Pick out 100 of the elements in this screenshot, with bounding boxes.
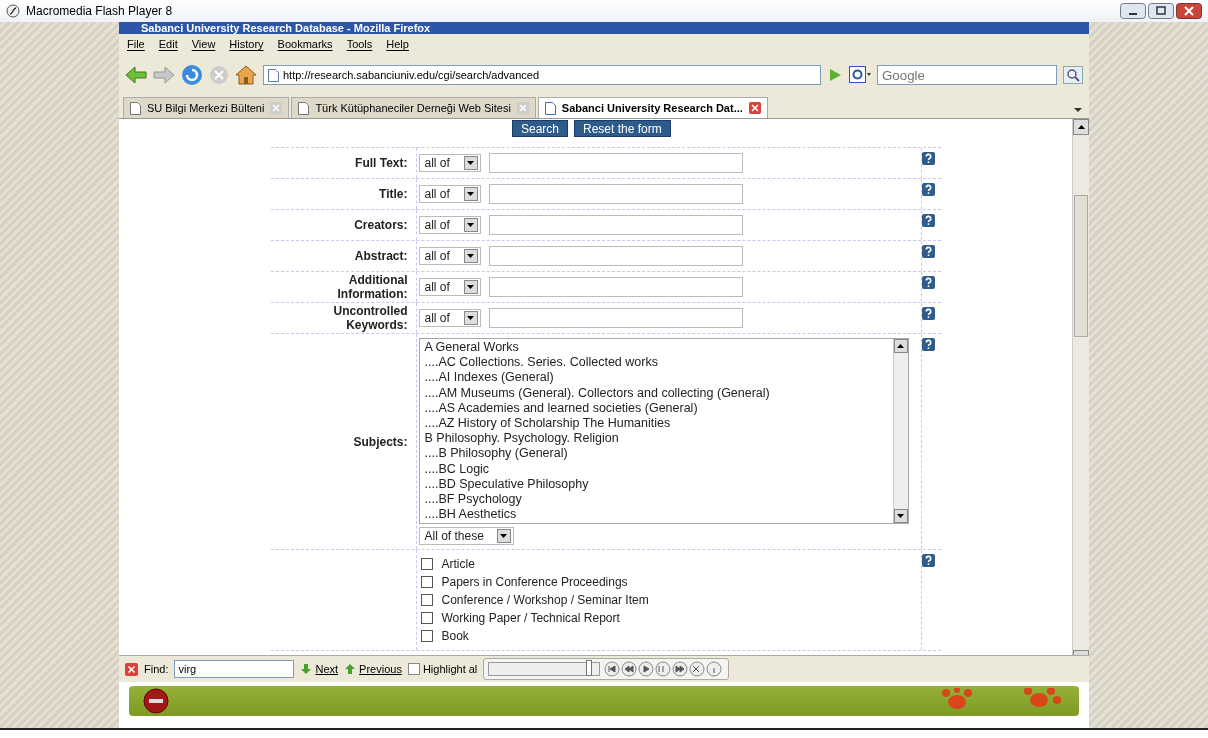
- list-option[interactable]: ....AC Collections. Series. Collected works: [424, 355, 888, 371]
- list-option[interactable]: ....BD Speculative Philosophy: [424, 476, 888, 492]
- checkbox[interactable]: [420, 558, 433, 570]
- checkbox[interactable]: [420, 612, 433, 624]
- list-option[interactable]: ....BC Logic: [424, 461, 888, 477]
- search-engine-icon[interactable]: [849, 66, 871, 84]
- match-dropdown[interactable]: all of: [418, 247, 481, 265]
- next-link[interactable]: Next: [300, 663, 339, 675]
- minimize-icon[interactable]: [1120, 3, 1146, 19]
- checkbox[interactable]: [420, 576, 433, 588]
- page-icon: [544, 101, 556, 115]
- menu-item[interactable]: Bookmarks: [277, 38, 333, 52]
- match-dropdown[interactable]: all of: [418, 154, 481, 172]
- menu-item[interactable]: Tools: [346, 38, 373, 52]
- caret-icon[interactable]: [496, 529, 511, 543]
- caret-icon[interactable]: [463, 156, 478, 170]
- checkbox[interactable]: [420, 594, 433, 606]
- up-arrow-icon: [344, 663, 357, 675]
- list-option[interactable]: ....AM Museums (General). Collectors and collecting (General): [424, 385, 888, 401]
- list-option[interactable]: A General Works: [424, 340, 888, 356]
- previous-link[interactable]: Previous: [344, 663, 402, 675]
- menu-item[interactable]: History: [229, 38, 264, 52]
- list-option[interactable]: ....B Philosophy (General): [424, 446, 888, 462]
- browser-tab[interactable]: Türk Kütüphaneciler Derneği Web Sitesi: [291, 97, 536, 118]
- text-input[interactable]: [488, 308, 743, 328]
- scroll-thumb[interactable]: [1074, 195, 1088, 337]
- help-icon[interactable]: [921, 554, 935, 567]
- text-input[interactable]: [488, 246, 743, 266]
- match-dropdown[interactable]: all of: [418, 185, 481, 203]
- close-tab-icon[interactable]: [748, 102, 761, 114]
- scroll-up-icon[interactable]: [1073, 119, 1089, 135]
- subjects-list[interactable]: [418, 338, 909, 524]
- field-label: Abstract:: [354, 249, 408, 263]
- list-option[interactable]: ....BF Psychology: [424, 491, 888, 508]
- find-field[interactable]: virg: [174, 660, 295, 678]
- list-option[interactable]: ....AI Indexes (General): [424, 370, 888, 386]
- checkbox[interactable]: [420, 630, 433, 642]
- page-icon: [130, 101, 141, 115]
- window-title: Macromedia Flash Player 8: [26, 4, 174, 18]
- field-label: Additional Information:: [336, 273, 408, 301]
- list-option[interactable]: B Philosophy. Psychology. Religion: [424, 431, 888, 447]
- help-icon[interactable]: [921, 276, 935, 289]
- caret-icon[interactable]: [463, 249, 478, 263]
- match-dropdown[interactable]: All of these: [418, 527, 514, 545]
- flash-player-icon: [6, 4, 20, 18]
- form-button[interactable]: Search: [512, 120, 569, 137]
- match-dropdown[interactable]: all of: [418, 216, 481, 234]
- back-arrow-icon[interactable]: [125, 66, 147, 84]
- seek-slider[interactable]: [488, 662, 601, 676]
- close-find-icon[interactable]: [125, 662, 138, 676]
- help-icon[interactable]: [921, 245, 935, 258]
- help-icon[interactable]: [921, 183, 935, 196]
- text-input[interactable]: [488, 215, 743, 235]
- menu-item[interactable]: File: [127, 38, 145, 52]
- find-label: Find:: [144, 663, 169, 675]
- playback-buttons-drawing[interactable]: [604, 661, 725, 677]
- field-label: Title:: [379, 187, 408, 201]
- checkbox-label: Papers in Conference Proceedings: [441, 575, 628, 589]
- help-icon[interactable]: [921, 214, 935, 227]
- caret-icon[interactable]: [463, 187, 478, 201]
- close-icon[interactable]: [1176, 3, 1202, 19]
- search-icon[interactable]: [1063, 66, 1083, 84]
- scroll-up-icon[interactable]: [893, 339, 908, 353]
- menu-item[interactable]: Edit: [158, 38, 178, 52]
- checkbox-label: Conference / Workshop / Seminar Item: [441, 593, 649, 607]
- page-icon: [298, 101, 310, 115]
- checkbox-label: Book: [441, 629, 469, 643]
- no-entry-icon[interactable]: [143, 688, 169, 714]
- caret-icon[interactable]: [463, 280, 478, 294]
- list-option[interactable]: ....AZ History of Scholarship The Humanities: [424, 415, 888, 432]
- field-label: Creators:: [354, 218, 408, 232]
- checkbox-label: Working Paper / Technical Report: [441, 611, 620, 625]
- menu-item[interactable]: Help: [386, 38, 409, 52]
- browser-tab[interactable]: SU Bilgi Merkezi Bülteni: [123, 97, 290, 118]
- help-icon[interactable]: [921, 338, 935, 351]
- text-input[interactable]: [488, 153, 743, 173]
- form-button[interactable]: Reset the form: [574, 120, 671, 137]
- search-field[interactable]: Google: [877, 65, 1057, 85]
- text-input[interactable]: [488, 184, 743, 204]
- caret-icon[interactable]: [463, 311, 478, 325]
- maximize-icon[interactable]: [1148, 3, 1174, 19]
- browser-tab[interactable]: Sabanci University Research Dat...: [537, 97, 768, 118]
- checkbox-label: Article: [441, 557, 475, 571]
- match-dropdown[interactable]: all of: [418, 278, 481, 296]
- caret-icon[interactable]: [463, 218, 478, 232]
- text-input[interactable]: [488, 277, 743, 297]
- list-option[interactable]: ....BH Aesthetics: [424, 507, 888, 523]
- help-icon[interactable]: [921, 307, 935, 320]
- field-label: Full Text:: [355, 156, 408, 170]
- help-icon[interactable]: [921, 152, 935, 165]
- list-option[interactable]: ....AS Academies and learned societies (General): [424, 400, 888, 416]
- highlight-checkbox[interactable]: [407, 663, 420, 675]
- match-dropdown[interactable]: all of: [418, 309, 481, 327]
- menu-item[interactable]: View: [191, 38, 216, 52]
- scrollbar[interactable]: [1072, 119, 1089, 655]
- field-label: Uncontrolled Keywords:: [332, 304, 408, 332]
- page-icon: [268, 68, 279, 82]
- field-label: Subjects:: [353, 434, 408, 449]
- home-icon[interactable]: [235, 65, 257, 85]
- reload-icon[interactable]: [181, 64, 203, 86]
